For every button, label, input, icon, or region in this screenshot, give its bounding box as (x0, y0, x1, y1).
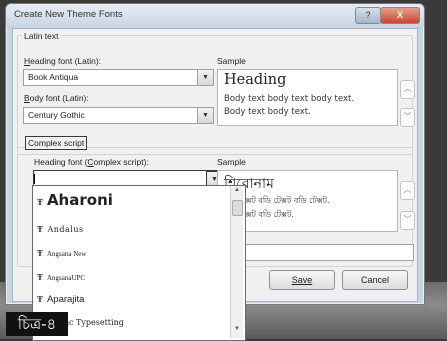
font-option-angsana-new[interactable]: Ŧ Angsana New (37, 248, 86, 258)
complex-group-title: Complex script (25, 136, 88, 150)
scroll-up-icon[interactable]: ▲ (232, 187, 242, 197)
chevron-down-icon[interactable]: ▼ (197, 70, 213, 85)
font-option-aharoni[interactable]: Ŧ Aharoni (37, 191, 113, 209)
truetype-icon: Ŧ (37, 248, 43, 258)
cancel-button[interactable]: Cancel (342, 270, 408, 290)
scroll-down-icon[interactable]: ▼ (232, 326, 242, 336)
complex-sample-body-line-2: টেক্সট বডি টেক্সট. (238, 210, 294, 219)
latin-group-title: Latin text (22, 31, 61, 41)
chevron-down-icon[interactable]: ▼ (197, 108, 213, 123)
font-option-label: Angsana New (46, 250, 87, 258)
dialog-title: Create New Theme Fonts (14, 9, 123, 20)
truetype-icon: Ŧ (37, 224, 44, 234)
help-button[interactable]: ? (355, 7, 381, 24)
font-option-angsanaupc[interactable]: Ŧ AngsanaUPC (37, 272, 85, 282)
font-option-aparajita[interactable]: Ŧ Aparajita (37, 294, 84, 305)
truetype-icon: Ŧ (37, 272, 43, 282)
latin-sample-heading: Heading (224, 72, 287, 88)
complex-sample-scroll-up-icon[interactable]: ︿ (400, 181, 415, 200)
font-option-andalus[interactable]: Ŧ Andalus (37, 224, 84, 234)
latin-sample-label: Sample (217, 56, 246, 66)
save-button-label: Save (291, 275, 313, 285)
body-latin-label-text: ody font (Latin): (29, 93, 89, 103)
title-bar: Create New Theme Fonts ? X (6, 4, 424, 26)
close-button[interactable]: X (380, 7, 420, 24)
body-font-latin-combo[interactable]: Century Gothic ▼ (23, 107, 214, 124)
font-option-label: Andalus (47, 225, 84, 234)
truetype-icon: Ŧ (37, 197, 43, 207)
font-option-label: AngsanaUPC (46, 274, 86, 282)
font-option-label: Aparajita (46, 294, 85, 305)
complex-sample-scroll-down-icon[interactable]: ﹀ (400, 211, 415, 230)
complex-sample-label: Sample (217, 157, 246, 167)
heading-font-latin-combo[interactable]: Book Antiqua ▼ (23, 69, 214, 86)
complex-sample-body-line-1: টেক্সট বডি টেক্সট বডি টেক্সট. (238, 196, 330, 205)
theme-name-field[interactable] (218, 244, 414, 261)
heading-complex-label-pre: Heading font ( (34, 157, 88, 167)
heading-font-latin-value: Book Antiqua (28, 72, 79, 82)
figure-label: চিত্র-৪ (6, 312, 68, 336)
screenshot-frame: Create New Theme Fonts ? X Latin text He… (0, 0, 447, 341)
latin-sample-body-line-1: Body text body text body text. (224, 94, 355, 104)
body-font-latin-value: Century Gothic (28, 110, 85, 120)
text-cursor (34, 174, 35, 184)
latin-sample-body-line-2: Body text body text. (224, 107, 311, 117)
heading-complex-label-post: omplex script): (93, 157, 149, 167)
font-option-label: Aharoni (46, 191, 113, 209)
scroll-thumb[interactable] (232, 200, 243, 216)
heading-latin-label: Heading font (Latin): (24, 56, 101, 66)
truetype-icon: Ŧ (37, 294, 43, 304)
heading-complex-label: Heading font (Complex script): (34, 157, 149, 167)
save-button[interactable]: Save (269, 270, 335, 290)
heading-latin-label-text: eading font (Latin): (30, 56, 102, 66)
latin-sample-box: Heading Body text body text body text. B… (217, 69, 398, 126)
dropdown-scrollbar[interactable]: ▲ ▼ (230, 186, 243, 338)
latin-sample-scroll-up-icon[interactable]: ︿ (400, 80, 415, 99)
latin-sample-scroll-down-icon[interactable]: ﹀ (400, 108, 415, 127)
body-latin-label: Body font (Latin): (24, 93, 89, 103)
